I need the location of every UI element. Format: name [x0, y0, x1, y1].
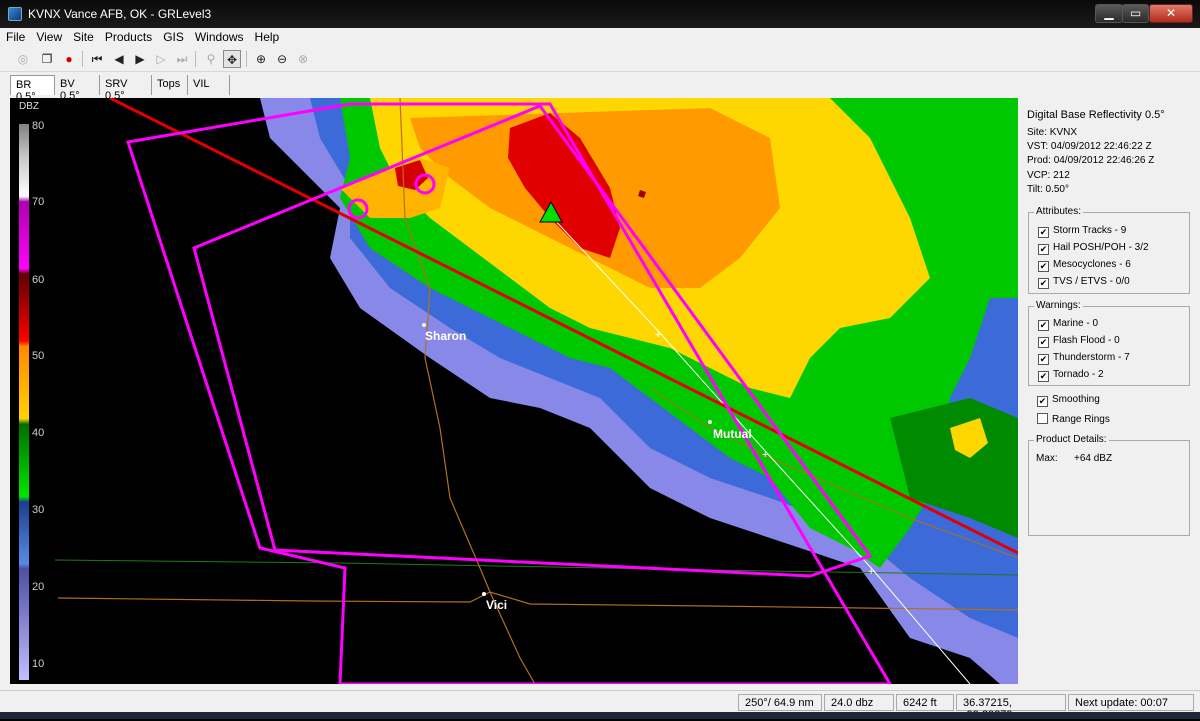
record-icon[interactable]: ●: [60, 50, 78, 68]
status-bar: 250°/ 64.9 nm 24.0 dbz 6242 ft 36.37215,…: [0, 690, 1200, 721]
menu-site[interactable]: Site: [67, 28, 99, 44]
checkbox-checked-icon: ✔: [1038, 227, 1049, 238]
zoom-icon[interactable]: ⚲: [202, 50, 220, 68]
tab-srv[interactable]: SRV 0.5°: [100, 75, 152, 102]
svg-text:+: +: [762, 449, 768, 461]
checkbox-checked-icon: ✔: [1038, 320, 1049, 331]
warnings-group: Warnings: ✔ Marine - 0 ✔ Flash Flood - 0 ✔…: [1028, 300, 1190, 386]
scale-tick: 40: [32, 427, 45, 439]
checkbox-checked-icon: ✔: [1038, 354, 1049, 365]
play-icon[interactable]: ▶: [131, 50, 149, 68]
town-label-vici: Vici: [486, 598, 508, 612]
tab-bv[interactable]: BV 0.5°: [55, 75, 100, 102]
scale-tick: 30: [32, 504, 45, 516]
zoom-reset-icon[interactable]: ⊗: [294, 50, 312, 68]
product-details-label: Product Details:: [1034, 434, 1109, 445]
status-bearing: 250°/ 64.9 nm: [738, 694, 822, 711]
scale-tick: 10: [32, 658, 45, 670]
open-icon[interactable]: ◎: [14, 50, 32, 68]
menu-bar: File View Site Products GIS Windows Help: [0, 28, 1200, 46]
next-frame-icon[interactable]: ▷: [152, 50, 170, 68]
info-tilt: Tilt: 0.50°: [1027, 184, 1069, 195]
town-label-sharon: Sharon: [425, 329, 467, 343]
svg-text:+: +: [655, 329, 661, 341]
attributes-group: Attributes: ✔ Storm Tracks - 9 ✔ Hail POSH…: [1028, 206, 1190, 294]
menu-windows[interactable]: Windows: [189, 28, 249, 44]
menu-products[interactable]: Products: [99, 28, 157, 44]
scale-tick: 60: [32, 274, 45, 286]
status-dbz: 24.0 dbz: [824, 694, 894, 711]
warn-thunderstorm[interactable]: ✔ Thunderstorm - 7: [1038, 352, 1130, 365]
menu-file[interactable]: File: [0, 28, 30, 44]
tab-vil[interactable]: VIL: [188, 75, 230, 95]
range-rings-checkbox[interactable]: Range Rings: [1037, 413, 1110, 425]
toolbar: ◎ ❐ ● ⏮ ◀ ▶ ▷ ⏭ ⚲ ✥ ⊕ ⊖ ⊗: [0, 46, 1200, 72]
product-title: Digital Base Reflectivity 0.5°: [1027, 109, 1165, 121]
status-next-update: Next update: 00:07: [1068, 694, 1194, 711]
title-bar: KVNX Vance AFB, OK - GRLevel3 ▁ ▭ ✕: [0, 0, 1200, 28]
scale-tick: 70: [32, 196, 45, 208]
grlevel3-window: KVNX Vance AFB, OK - GRLevel3 ▁ ▭ ✕ File…: [0, 0, 1200, 721]
scale-unit: DBZ: [19, 101, 39, 112]
pan-icon[interactable]: ✥: [223, 50, 241, 68]
checkbox-checked-icon: ✔: [1038, 371, 1049, 382]
attr-hail[interactable]: ✔ Hail POSH/POH - 3/2: [1038, 242, 1149, 255]
scale-tick: 20: [32, 581, 45, 593]
menu-help[interactable]: Help: [249, 28, 285, 44]
close-button[interactable]: ✕: [1149, 4, 1193, 23]
checkbox-checked-icon: ✔: [1038, 261, 1049, 272]
warn-marine[interactable]: ✔ Marine - 0: [1038, 318, 1098, 331]
minimize-button[interactable]: ▁: [1095, 4, 1123, 23]
product-tabs: BR 0.5° BV 0.5° SRV 0.5° Tops VIL: [0, 73, 1200, 103]
scale-tick: 50: [32, 350, 45, 362]
max-value: +64 dBZ: [1074, 453, 1113, 464]
color-scale: DBZ 80 70 60 50 40 30 20 10: [10, 98, 48, 684]
attr-tvs[interactable]: ✔ TVS / ETVS - 0/0: [1038, 276, 1130, 289]
info-vcp: VCP: 212: [1027, 170, 1070, 181]
checkbox-checked-icon: ✔: [1037, 396, 1048, 407]
zoom-in-icon[interactable]: ⊕: [252, 50, 270, 68]
radar-map[interactable]: + + + Sharon Mutual Vici: [10, 98, 1018, 684]
window-title: KVNX Vance AFB, OK - GRLevel3: [28, 7, 212, 21]
info-prod: Prod: 04/09/2012 22:46:26 Z: [1027, 155, 1155, 166]
max-label: Max:: [1036, 453, 1058, 464]
checkbox-checked-icon: ✔: [1038, 244, 1049, 255]
checkbox-checked-icon: ✔: [1038, 337, 1049, 348]
info-site: Site: KVNX: [1027, 127, 1078, 138]
copy-icon[interactable]: ❐: [38, 50, 56, 68]
attr-mesocyclones[interactable]: ✔ Mesocyclones - 6: [1038, 259, 1131, 272]
svg-text:+: +: [868, 566, 874, 578]
warn-flash-flood[interactable]: ✔ Flash Flood - 0: [1038, 335, 1120, 348]
warn-tornado[interactable]: ✔ Tornado - 2: [1038, 369, 1104, 382]
warnings-label: Warnings:: [1034, 300, 1083, 311]
zoom-out-icon[interactable]: ⊖: [273, 50, 291, 68]
maximize-button[interactable]: ▭: [1122, 4, 1149, 23]
scale-gradient: [19, 124, 29, 680]
menu-gis[interactable]: GIS: [157, 28, 189, 44]
product-panel: Digital Base Reflectivity 0.5° Site: KVN…: [1018, 98, 1200, 684]
status-coords: 36.37215, -99.39379: [956, 694, 1066, 721]
info-vst: VST: 04/09/2012 22:46:22 Z: [1027, 141, 1152, 152]
last-frame-icon[interactable]: ⏭: [173, 50, 191, 68]
product-details-group: Product Details: Max: +64 dBZ: [1028, 434, 1190, 536]
prev-frame-icon[interactable]: ◀: [110, 50, 128, 68]
taskbar: [0, 712, 1200, 719]
menu-view[interactable]: View: [30, 28, 67, 44]
attr-storm-tracks[interactable]: ✔ Storm Tracks - 9: [1038, 225, 1126, 238]
tab-tops[interactable]: Tops: [152, 75, 188, 95]
town-label-mutual: Mutual: [713, 427, 752, 441]
tab-br[interactable]: BR 0.5°: [10, 75, 55, 103]
status-height: 6242 ft: [896, 694, 954, 711]
scale-tick: 80: [32, 120, 45, 132]
checkbox-unchecked-icon: [1037, 413, 1048, 424]
attributes-label: Attributes:: [1034, 206, 1084, 217]
checkbox-checked-icon: ✔: [1038, 278, 1049, 289]
app-icon: [8, 7, 22, 21]
smoothing-checkbox[interactable]: ✔ Smoothing: [1037, 394, 1100, 407]
first-frame-icon[interactable]: ⏮: [88, 50, 106, 68]
